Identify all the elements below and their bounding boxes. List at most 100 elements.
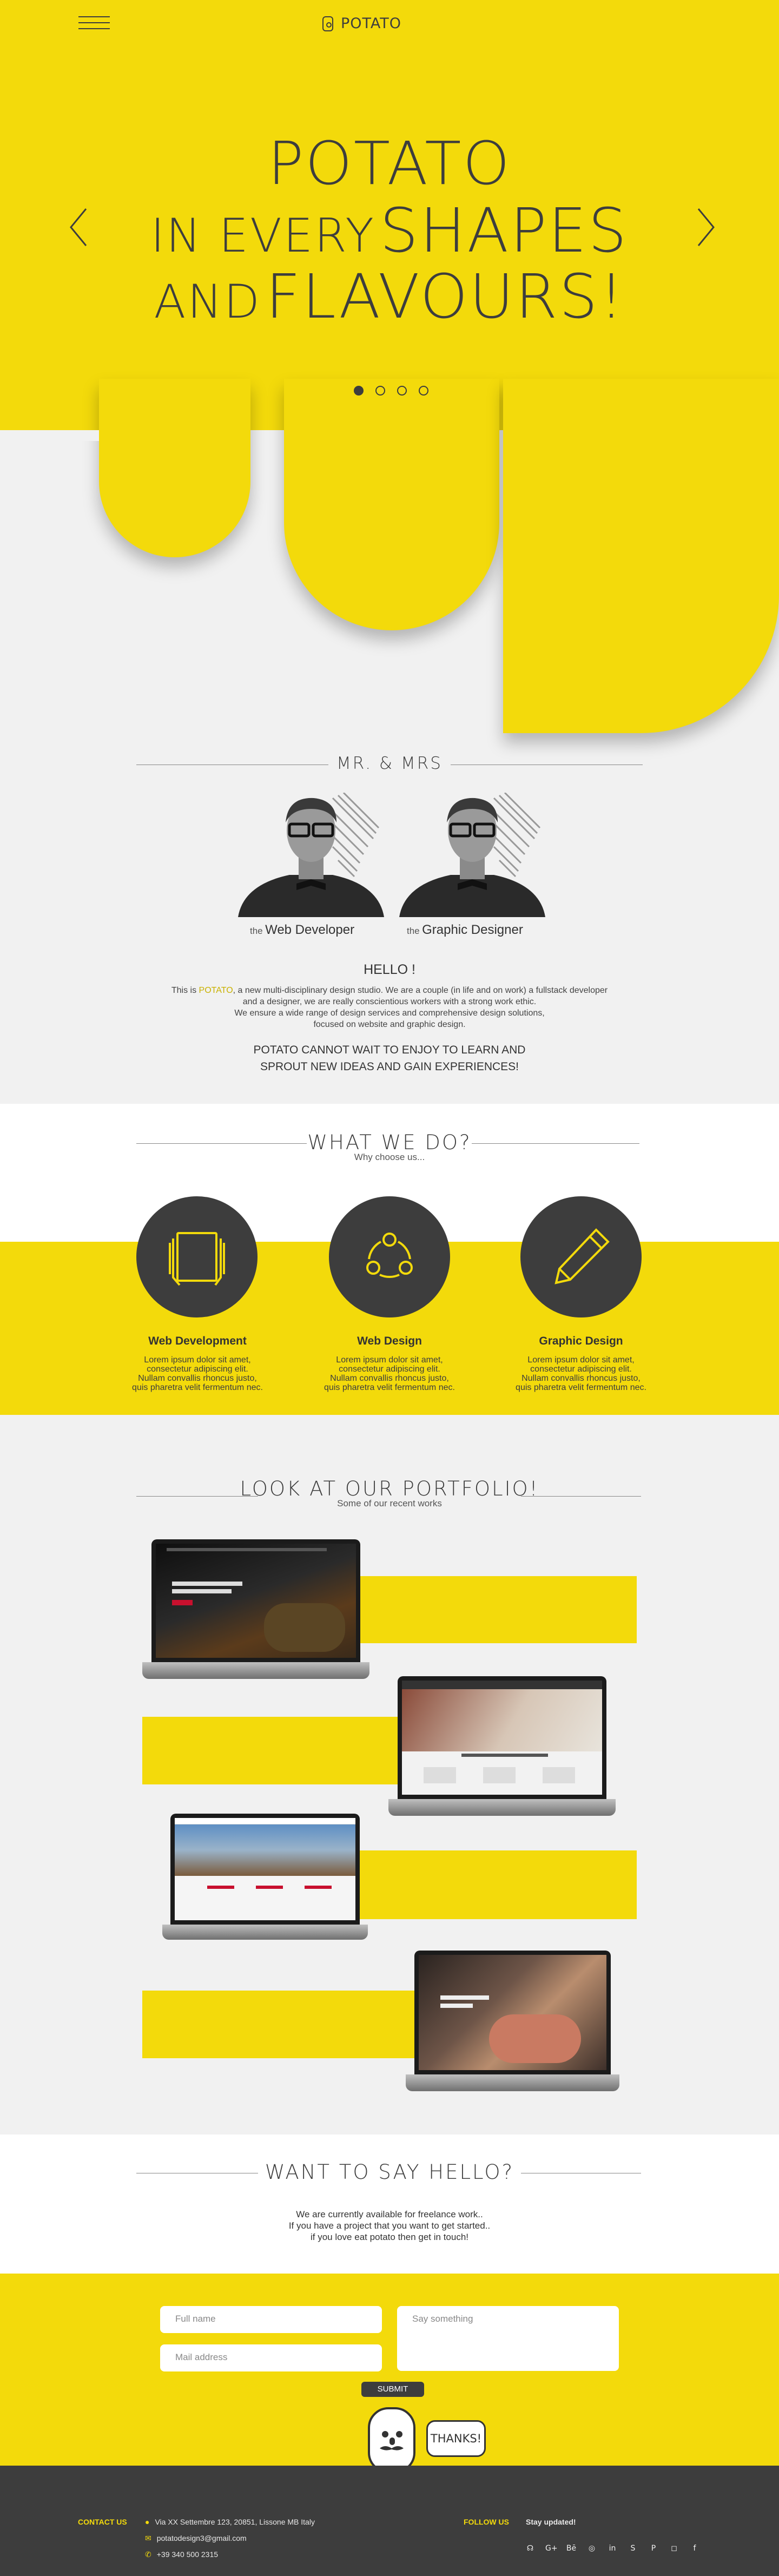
web-development-text: Lorem ipsum dolor sit amet, consectetur … — [116, 1355, 279, 1392]
footer-address-text: Via XX Settembre 123, 20851, Lissone MB … — [155, 2518, 315, 2526]
slider-dot-3[interactable] — [397, 386, 407, 396]
submit-button[interactable]: SUBMIT — [361, 2382, 424, 2397]
graphic-design-text-1: Lorem ipsum dolor sit amet, — [527, 1355, 635, 1365]
portfolio-title: LOOK AT OUR PORTFOLIO! — [240, 1477, 539, 1500]
hero-text-shapes: SHAPES — [380, 196, 629, 266]
web-developer-prefix: the — [250, 926, 263, 936]
phone-icon: ✆ — [145, 2550, 151, 2559]
portfolio-base-3 — [162, 1925, 368, 1940]
portfolio-base-2 — [388, 1799, 616, 1816]
web-design-text-1: Lorem ipsum dolor sit amet, — [336, 1355, 443, 1365]
web-development-circle[interactable] — [136, 1196, 258, 1317]
behance-icon[interactable]: Bē — [566, 2543, 577, 2554]
slider-dot-2[interactable] — [375, 386, 385, 396]
footer-follow-label: FOLLOW US — [464, 2518, 509, 2526]
intro-line-2: and a designer, we are really conscienti… — [242, 997, 537, 1006]
graphic-designer-role: Graphic Designer — [422, 923, 523, 937]
footer-email-text[interactable]: potatodesign3@gmail.com — [157, 2534, 247, 2542]
portfolio-screen-2 — [397, 1676, 607, 1800]
facebook-icon[interactable]: f — [689, 2543, 700, 2554]
footer-contact-label: CONTACT US — [78, 2518, 127, 2526]
mail-address-input[interactable]: Mail address — [160, 2344, 382, 2371]
web-developer-photo — [238, 793, 384, 917]
layers-icon — [169, 1232, 225, 1286]
hero-title-line3: AND FLAVOURS! — [0, 262, 779, 332]
slider-next-arrow-icon[interactable] — [695, 206, 717, 249]
services-heading: WHAT WE DO? Why choose us... — [0, 1131, 779, 1163]
hero-text-and: AND — [154, 275, 261, 329]
graphic-design-title: Graphic Design — [539, 1335, 623, 1347]
share-nodes-icon — [366, 1233, 413, 1278]
contact-heading: WANT TO SAY HELLO? — [0, 2160, 779, 2184]
footer-phone-text: +39 340 500 2315 — [156, 2550, 219, 2559]
footer-stay-updated: Stay updated! — [526, 2518, 576, 2526]
slider-dot-4[interactable] — [419, 386, 428, 396]
web-design-circle[interactable] — [329, 1196, 450, 1317]
web-development-text-2: consectetur adipiscing elit. — [147, 1365, 248, 1374]
whatsapp-icon[interactable]: ◎ — [586, 2543, 597, 2554]
web-developer-role: Web Developer — [265, 923, 355, 937]
potato-mascot-icon — [368, 2407, 415, 2473]
hello-heading: HELLO ! — [364, 962, 415, 977]
contact-white-band — [0, 2134, 779, 2274]
page: POTATO POTATO IN EVERY SHAPES AND FLAVOU… — [0, 0, 779, 2576]
services-title: WHAT WE DO? — [307, 1131, 472, 1154]
hero-title-line2: IN EVERY SHAPES — [0, 196, 779, 266]
web-design-text: Lorem ipsum dolor sit amet, consectetur … — [308, 1355, 471, 1392]
portfolio-heading: LOOK AT OUR PORTFOLIO! Some of our recen… — [0, 1477, 779, 1509]
hero-text-in-every: IN EVERY — [150, 209, 375, 263]
web-development-text-1: Lorem ipsum dolor sit amet, — [144, 1355, 251, 1365]
portfolio-screen-1 — [151, 1539, 361, 1663]
graphic-design-text-2: consectetur adipiscing elit. — [530, 1365, 632, 1374]
google-plus-icon[interactable]: G+ — [545, 2543, 558, 2554]
site-logo[interactable]: POTATO — [322, 15, 401, 32]
social-links: ☊ G+ Bē ◎ in S P ◻ f — [525, 2543, 700, 2554]
intro-line-3: We ensure a wide range of design service… — [234, 1009, 545, 1018]
slider-prev-arrow-icon[interactable] — [68, 206, 89, 249]
skype-icon[interactable]: S — [628, 2543, 638, 2554]
web-development-text-4: quis pharetra velit fermentum nec. — [132, 1383, 263, 1392]
intro-line-1-b: , a new multi-disciplinary design studio… — [233, 986, 608, 995]
graphic-designer-label: the Graphic Designer — [407, 923, 523, 938]
graphic-designer-prefix: the — [407, 926, 420, 936]
web-development-text-3: Nullam convallis rhoncus justo, — [138, 1374, 257, 1383]
team-title: MR. & MRS — [336, 754, 443, 773]
intro-brand: POTATO — [199, 986, 233, 995]
intro-line-1: This is POTATO, a new multi-disciplinary… — [0, 985, 779, 996]
linkedin-icon[interactable]: in — [607, 2543, 618, 2554]
menu-icon[interactable] — [78, 16, 110, 32]
contact-title: WANT TO SAY HELLO? — [265, 2160, 514, 2184]
portfolio-base-1 — [142, 1662, 369, 1679]
intro-text: This is POTATO, a new multi-disciplinary… — [0, 985, 779, 1030]
portfolio-laptop-3[interactable] — [162, 1814, 368, 1940]
footer-address: ● Via XX Settembre 123, 20851, Lissone MB… — [145, 2518, 315, 2526]
instagram-icon[interactable]: ◻ — [669, 2543, 679, 2554]
web-design-title: Web Design — [357, 1335, 422, 1347]
graphic-design-text: Lorem ipsum dolor sit amet, consectetur … — [500, 1355, 662, 1392]
message-textarea[interactable]: Say something — [397, 2306, 619, 2371]
graphic-design-circle[interactable] — [520, 1196, 642, 1317]
footer-phone: ✆ +39 340 500 2315 — [145, 2550, 218, 2559]
footer-email[interactable]: ✉ potatodesign3@gmail.com — [145, 2534, 247, 2543]
contact-line-2: If you have a project that you want to g… — [288, 2221, 491, 2231]
portfolio-screen-3 — [170, 1814, 360, 1925]
pinterest-icon[interactable]: P — [648, 2543, 659, 2554]
graphic-designer-photo — [399, 793, 545, 917]
slider-dot-1[interactable] — [354, 386, 364, 396]
portfolio-laptop-4[interactable] — [406, 1951, 619, 2091]
portfolio-laptop-2[interactable] — [388, 1676, 616, 1816]
web-development-title: Web Development — [148, 1335, 247, 1347]
rss-icon[interactable]: ☊ — [525, 2543, 536, 2554]
portfolio-subtitle: Some of our recent works — [337, 1498, 442, 1508]
full-name-input[interactable]: Full name — [160, 2306, 382, 2333]
web-developer-label: the Web Developer — [250, 923, 354, 938]
portfolio-laptop-1[interactable] — [142, 1539, 369, 1679]
location-pin-icon: ● — [145, 2518, 150, 2526]
portfolio-card-2-panel[interactable] — [142, 1717, 413, 1784]
graphic-design-text-4: quis pharetra velit fermentum nec. — [516, 1383, 646, 1392]
thanks-text: THANKS! — [430, 2432, 482, 2445]
hero-drip-left — [99, 379, 250, 557]
potato-logo-icon — [322, 16, 333, 31]
contact-intro: We are currently available for freelance… — [0, 2209, 779, 2243]
intro-line-1-a: This is — [171, 986, 199, 995]
